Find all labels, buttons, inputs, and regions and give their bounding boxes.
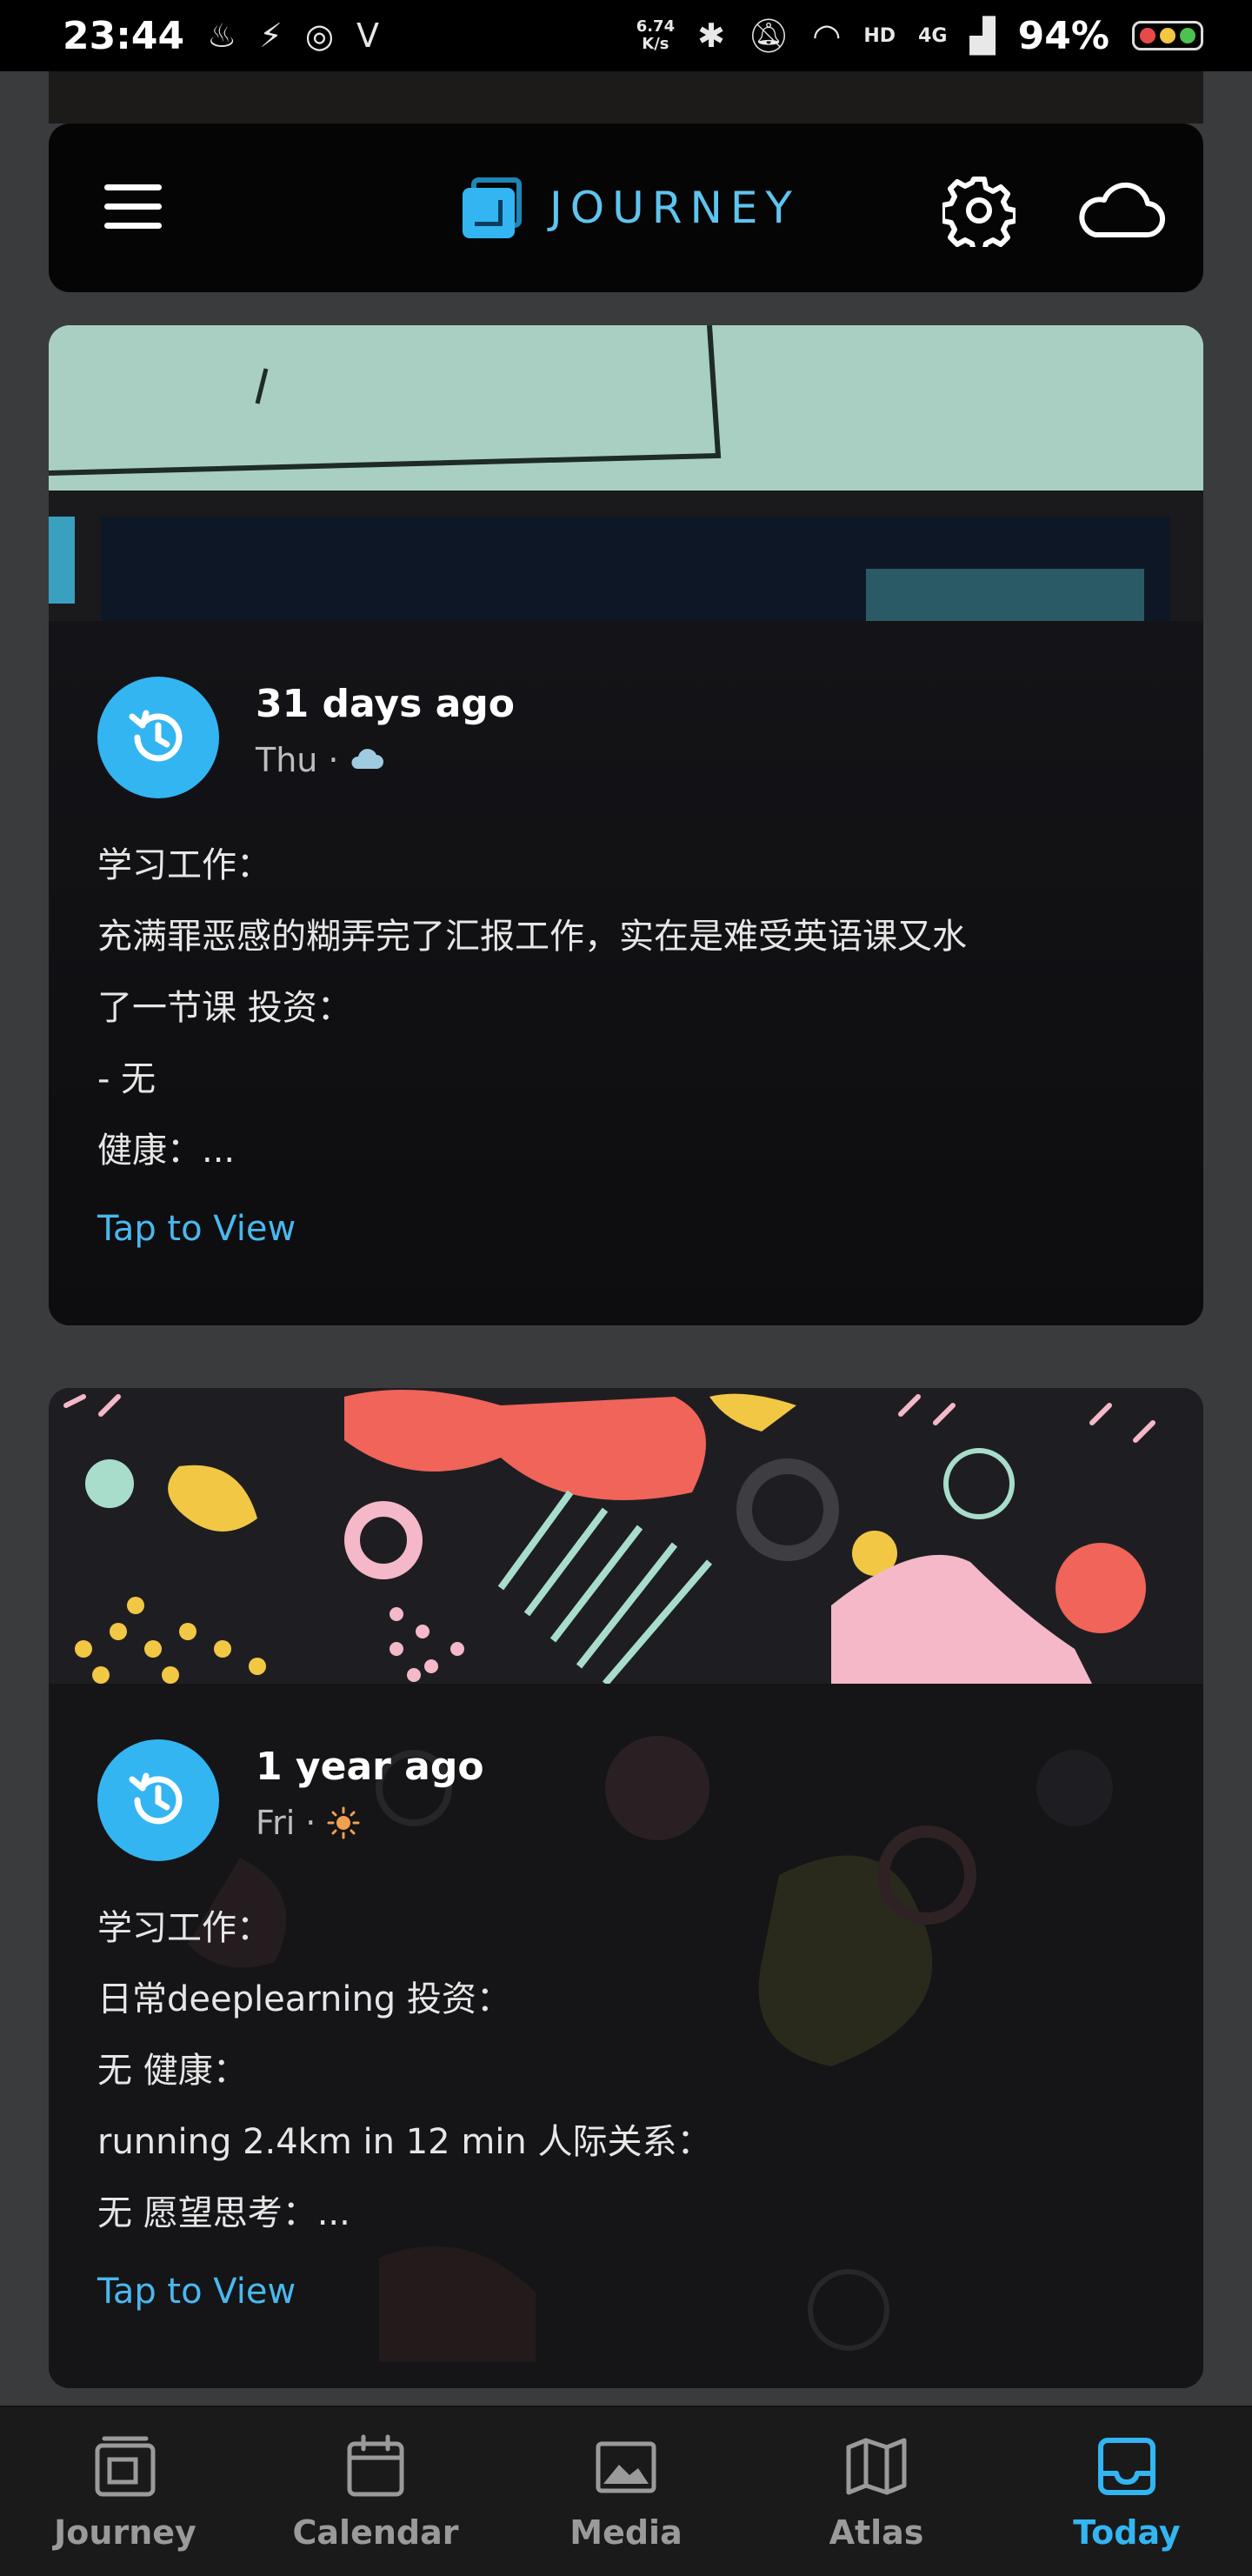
journey-logo-icon bbox=[463, 177, 523, 238]
entry-line: 学习工作： bbox=[97, 1908, 271, 1948]
gear-icon[interactable] bbox=[942, 174, 1016, 247]
entry-line: 日常deeplearning 投资： bbox=[97, 1979, 511, 2019]
previous-card-edge bbox=[49, 71, 1203, 123]
network-type: 4G bbox=[918, 24, 948, 47]
status-right: 6.74 K/s ✱ 🔕︎ ◠ HD 4G ▟ 94% bbox=[636, 14, 1203, 58]
map-icon bbox=[846, 2438, 907, 2495]
tap-to-view-link[interactable]: Tap to View bbox=[97, 2272, 296, 2312]
nav-today[interactable]: Today bbox=[1002, 2407, 1252, 2552]
messenger-icon: ◎ bbox=[304, 17, 334, 55]
entry-line: 健康：... bbox=[97, 1131, 236, 1171]
entry-time-ago: 1 year ago bbox=[256, 1745, 484, 1789]
entry-pattern-2 bbox=[49, 1388, 1203, 1684]
nav-atlas[interactable]: Atlas bbox=[751, 2407, 1002, 2552]
status-time: 23:44 bbox=[63, 13, 185, 58]
journey-icon bbox=[95, 2436, 156, 2497]
app-logo: JOURNEY bbox=[463, 177, 800, 238]
entry-line: 无 健康： bbox=[97, 2051, 248, 2091]
inbox-icon bbox=[1098, 2438, 1155, 2495]
nav-label: Atlas bbox=[829, 2513, 924, 2552]
nav-label: Media bbox=[569, 2513, 683, 2552]
app-title: JOURNEY bbox=[549, 183, 800, 233]
entry-line: 充满罪恶感的糊弄完了汇报工作，实在是难受英语课又水 bbox=[97, 917, 967, 957]
history-icon bbox=[97, 1739, 219, 1861]
network-speed: 6.74 K/s bbox=[636, 18, 675, 53]
cloud-icon[interactable] bbox=[1075, 181, 1165, 242]
nav-journey[interactable]: Journey bbox=[0, 2407, 250, 2552]
entry-line: 了一节课 投资： bbox=[97, 988, 352, 1028]
nav-label: Journey bbox=[54, 2513, 196, 2552]
bluetooth-icon: ✱ bbox=[697, 17, 725, 55]
notification-icon: ♨ bbox=[207, 17, 237, 55]
bottom-navigation: Journey Calendar Media Atlas Today bbox=[0, 2406, 1252, 2576]
entry-line: - 无 bbox=[97, 1059, 156, 1099]
entry-date: Fri · bbox=[256, 1804, 361, 1842]
app-header: JOURNEY bbox=[49, 123, 1203, 292]
entry-separator: · bbox=[305, 1804, 316, 1842]
entry-card-1[interactable]: 31 days ago Thu · 学习工作： 充满罪恶感的糊弄完了汇报工作，实… bbox=[49, 325, 1203, 1325]
entry-line: 学习工作： bbox=[97, 845, 271, 885]
nav-media[interactable]: Media bbox=[501, 2407, 751, 2552]
nav-label: Today bbox=[1073, 2513, 1181, 2552]
app-v-icon: V bbox=[356, 17, 379, 55]
entry-day: Thu bbox=[256, 741, 318, 779]
tap-to-view-link[interactable]: Tap to View bbox=[97, 1209, 296, 1249]
signal-icon: ▟ bbox=[969, 17, 996, 55]
sun-icon bbox=[327, 1806, 360, 1839]
nav-calendar[interactable]: Calendar bbox=[250, 2407, 501, 2552]
flash-icon: ⚡ bbox=[259, 17, 283, 55]
entry-date: Thu · bbox=[256, 741, 384, 779]
entry-body-1: 31 days ago Thu · 学习工作： 充满罪恶感的糊弄完了汇报工作，实… bbox=[49, 621, 1203, 1325]
calendar-icon bbox=[347, 2434, 404, 2497]
status-left: 23:44 ♨ ⚡ ◎ V bbox=[63, 14, 379, 58]
nav-label: Calendar bbox=[292, 2513, 459, 2552]
entry-line: 无 愿望思考：... bbox=[97, 2193, 350, 2233]
battery-icon bbox=[1132, 21, 1203, 50]
entry-day: Fri bbox=[256, 1804, 296, 1842]
network-hd: HD bbox=[863, 24, 896, 47]
history-icon bbox=[97, 677, 219, 798]
entry-preview-text: 学习工作： 充满罪恶感的糊弄完了汇报工作，实在是难受英语课又水 了一节课 投资：… bbox=[97, 830, 1155, 1186]
entry-card-2[interactable]: 1 year ago Fri · 学习工作： 日常deeplearning 投资… bbox=[49, 1388, 1203, 2388]
status-bar: 23:44 ♨ ⚡ ◎ V 6.74 K/s ✱ 🔕︎ ◠ HD 4G ▟ 94… bbox=[0, 0, 1252, 71]
entry-separator: · bbox=[328, 741, 339, 779]
entry-preview-text: 学习工作： 日常deeplearning 投资： 无 健康： running 2… bbox=[97, 1892, 1155, 2249]
network-speed-unit: K/s bbox=[642, 35, 669, 53]
entry-photo-1 bbox=[49, 325, 1203, 621]
entry-line: running 2.4km in 12 min 人际关系： bbox=[97, 2122, 712, 2162]
cloud-icon bbox=[351, 749, 384, 769]
entry-time-ago: 31 days ago bbox=[256, 682, 515, 726]
entry-body-2: 1 year ago Fri · 学习工作： 日常deeplearning 投资… bbox=[49, 1684, 1203, 2388]
image-icon bbox=[596, 2441, 656, 2493]
mute-icon: 🔕︎ bbox=[747, 17, 790, 55]
hamburger-menu-icon[interactable] bbox=[104, 184, 162, 230]
wifi-icon: ◠ bbox=[812, 17, 842, 55]
battery-percent: 94% bbox=[1017, 13, 1109, 58]
network-speed-value: 6.74 bbox=[636, 17, 676, 36]
